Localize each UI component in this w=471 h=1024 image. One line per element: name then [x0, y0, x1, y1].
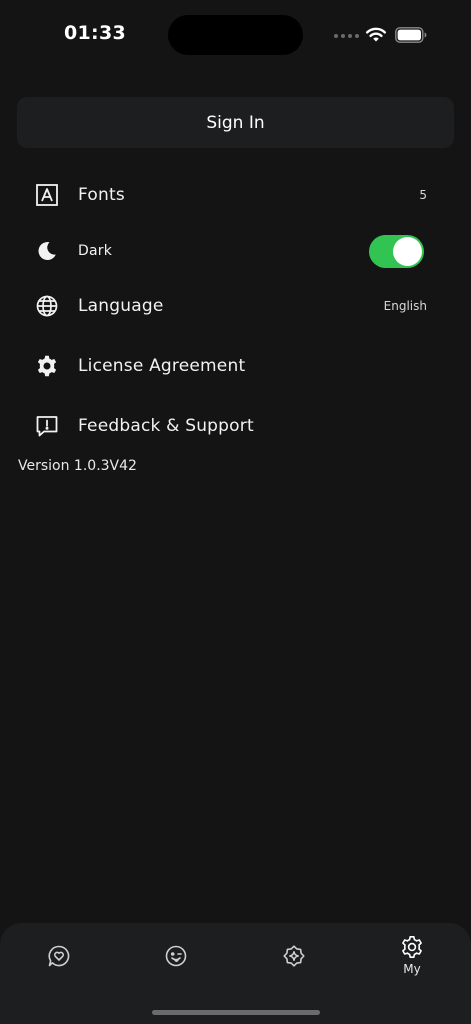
wink-face-icon	[165, 945, 187, 967]
tab-chat[interactable]	[29, 933, 89, 989]
tab-my[interactable]: My	[382, 933, 442, 989]
home-indicator	[152, 1010, 320, 1015]
version-text: Version 1.0.3V42	[18, 458, 137, 474]
font-letter-icon	[35, 183, 59, 207]
fonts-count: 5	[419, 188, 427, 202]
dynamic-island	[168, 15, 303, 55]
language-value: English	[383, 299, 427, 313]
sparkle-badge-icon	[283, 945, 305, 967]
tab-explore[interactable]	[264, 933, 324, 989]
gear-icon	[402, 936, 422, 958]
tab-emoji[interactable]	[146, 933, 206, 989]
gear-icon	[35, 354, 59, 378]
feedback-label: Feedback & Support	[78, 416, 254, 436]
tab-bar: My	[0, 923, 471, 1024]
feedback-alert-icon	[35, 414, 59, 438]
settings-row-language[interactable]: Language English	[0, 286, 471, 326]
tab-my-label: My	[403, 962, 421, 976]
settings-row-feedback[interactable]: Feedback & Support	[0, 406, 471, 446]
fonts-label: Fonts	[78, 185, 125, 205]
chat-heart-icon	[48, 945, 70, 967]
battery-icon	[395, 27, 427, 43]
language-label: Language	[78, 296, 164, 316]
dark-label: Dark	[78, 243, 113, 259]
toggle-knob	[393, 236, 422, 266]
globe-icon	[35, 294, 59, 318]
dark-mode-toggle[interactable]	[369, 234, 424, 268]
moon-icon	[35, 239, 59, 263]
sign-in-button[interactable]: Sign In	[17, 97, 454, 148]
settings-row-license[interactable]: License Agreement	[0, 346, 471, 386]
status-time: 01:33	[64, 22, 126, 44]
license-label: License Agreement	[78, 356, 246, 376]
settings-row-fonts[interactable]: Fonts 5	[0, 175, 471, 215]
cellular-signal-icon	[334, 34, 359, 38]
settings-row-dark: Dark	[0, 231, 471, 271]
wifi-icon	[366, 27, 386, 42]
